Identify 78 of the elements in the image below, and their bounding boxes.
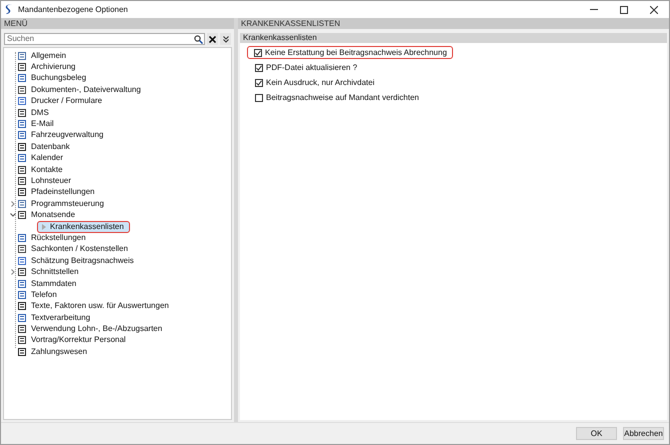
tree-item[interactable]: Rückstellungen [31, 232, 86, 244]
double-chevron-icon [222, 36, 228, 42]
tree-item-icon [18, 302, 26, 310]
tree-item[interactable]: Fahrzeugverwaltung [31, 129, 104, 142]
tree-item[interactable]: Monatsende [31, 209, 76, 222]
dialog-button[interactable]: Abbrechen [623, 427, 664, 440]
tree-item[interactable]: E-Mail [31, 118, 54, 130]
tree-item-icon [18, 268, 26, 276]
search-field[interactable]: Suchen [4, 33, 205, 45]
checkbox-label: Keine Erstattung bei Beitragsnachweis Abrechnung [265, 46, 447, 58]
tree-item[interactable]: Telefon [31, 288, 57, 301]
tree-item-icon [18, 245, 26, 254]
tree-item-icon [18, 211, 26, 220]
tree-item-icon [18, 108, 26, 117]
tree-item-icon [18, 120, 26, 128]
dialog-button[interactable]: OK [576, 427, 617, 440]
tree-item[interactable]: Dokumenten-, Dateiverwaltung [31, 84, 141, 96]
arrow-icon [42, 224, 46, 230]
tree-item[interactable]: Texte, Faktoren usw. für Auswertungen [31, 300, 169, 312]
tree-item[interactable]: Schnittstellen [31, 266, 79, 278]
tree-item[interactable]: Drucker / Formulare [31, 95, 102, 108]
tree-item-icon [18, 97, 26, 106]
tree-item[interactable]: Vortrag/Korrektur Personal [31, 334, 126, 346]
tree-item[interactable]: Allgemein [31, 50, 66, 62]
checkbox[interactable] [255, 78, 263, 86]
tree-item[interactable]: Textverarbeitung [31, 312, 90, 324]
close-icon [650, 6, 658, 14]
tree-item-icon [18, 200, 26, 208]
checkbox[interactable] [254, 48, 262, 56]
tree-item-icon [18, 234, 26, 242]
tree-item-icon [18, 188, 26, 196]
tree-item[interactable]: Buchungsbeleg [31, 72, 86, 84]
tree-item-icon [18, 177, 26, 185]
panel-header: KRANKENKASSENLISTEN [238, 18, 669, 29]
tree-item[interactable]: Datenbank [31, 140, 70, 153]
tree-item-icon [18, 74, 26, 82]
tree-item[interactable]: Sachkonten / Kostenstellen [31, 243, 128, 256]
tree-item-icon [18, 131, 26, 140]
maximize-icon [620, 6, 628, 14]
tree-item-icon [18, 154, 26, 162]
tree-item-icon [18, 348, 26, 356]
tree-item-icon [18, 336, 26, 344]
clear-button[interactable] [207, 33, 218, 45]
tree-item[interactable]: Archivierung [31, 61, 76, 74]
tree-item-icon [18, 325, 26, 334]
checkbox-label: PDF-Datei aktualisieren ? [266, 62, 358, 74]
tree-item[interactable]: Kalender [31, 152, 64, 164]
tree-item[interactable]: Verwendung Lohn-, Be-/Abzugsarten [31, 323, 162, 336]
tree-item-icon [18, 52, 26, 60]
checkbox-label: Kein Ausdruck, nur Archivdatei [266, 76, 375, 88]
minimize-icon [590, 9, 598, 10]
window-title: Mandantenbezogene Optionen [18, 4, 128, 16]
tree-item[interactable]: DMS [31, 106, 49, 119]
checkbox-label: Beitragsnachweise auf Mandant verdichten [266, 92, 419, 104]
close-icon [209, 36, 216, 42]
section-header: Krankenkassenlisten [240, 33, 667, 43]
tree-item[interactable]: Krankenkassenlisten [37, 220, 130, 233]
tree-item[interactable]: Programmsteuerung [31, 198, 104, 210]
expand-all-button[interactable] [220, 33, 231, 45]
panel-header: MENÜ [1, 18, 234, 29]
tree-item[interactable]: Pfadeinstellungen [31, 186, 95, 198]
tree-item[interactable]: Lohnsteuer [31, 175, 72, 187]
tree-item-icon [18, 63, 26, 72]
app-logo-icon [5, 4, 13, 15]
tree-item-icon [18, 256, 26, 265]
tree-item[interactable]: Kontakte [31, 164, 63, 176]
tree-item-icon [18, 86, 26, 94]
tree-item-icon [18, 280, 26, 288]
search-icon [194, 34, 203, 44]
tree-item-icon [18, 314, 26, 322]
tree-item[interactable]: Stammdaten [31, 278, 76, 290]
tree-item-icon [18, 166, 26, 174]
tree-item-icon [18, 290, 26, 299]
tree-item-icon [18, 142, 26, 151]
tree-item[interactable]: Zahlungswesen [31, 346, 88, 358]
tree-item[interactable]: Schätzung Beitragsnachweis [31, 254, 134, 267]
checkbox[interactable] [255, 94, 263, 102]
checkbox[interactable] [255, 64, 263, 72]
